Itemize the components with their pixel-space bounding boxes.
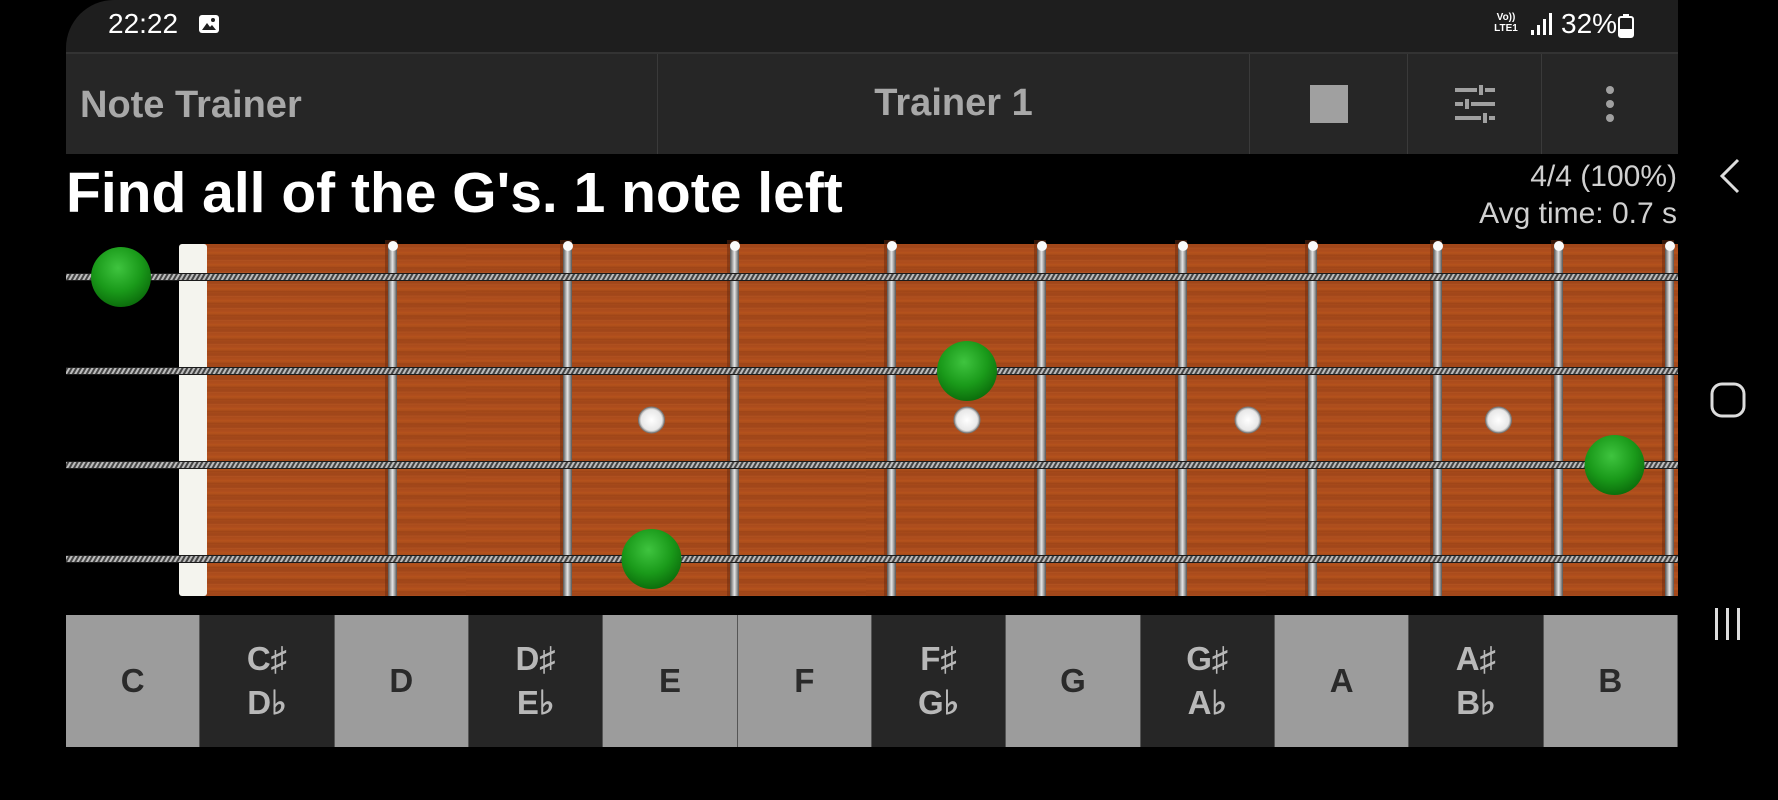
trainer-name: Trainer 1 (874, 82, 1033, 124)
fret-wire (1433, 244, 1442, 596)
back-icon[interactable] (1678, 156, 1778, 196)
fret-wire (1037, 244, 1046, 596)
inlay-dot (1485, 406, 1512, 434)
note-button[interactable]: C (66, 615, 201, 747)
fret-end (563, 241, 573, 251)
note-button[interactable]: D (334, 615, 469, 747)
found-note-marker (91, 247, 151, 307)
stop-icon (1310, 85, 1348, 123)
settings-button[interactable] (1408, 54, 1542, 154)
stats-panel: 4/4 (100%) Avg time: 0.7 s (1479, 158, 1677, 232)
fret-wire (388, 244, 397, 596)
fret-wire (563, 244, 572, 596)
note-button[interactable]: B (1543, 615, 1678, 747)
string (66, 368, 1678, 374)
note-alt-label: G♭ (918, 684, 960, 721)
fret-wire (1554, 244, 1563, 596)
fret-end (1308, 241, 1318, 251)
fret-end (730, 241, 740, 251)
found-note-marker (1584, 435, 1645, 495)
fret-wire (1178, 244, 1187, 596)
note-label: F♯ (920, 640, 957, 677)
note-label: C (120, 662, 145, 699)
found-note-marker (937, 341, 997, 401)
note-label: G (1060, 662, 1086, 699)
note-alt-label: A♭ (1187, 684, 1227, 721)
note-button[interactable]: C♯ D♭ (200, 615, 335, 747)
note-button[interactable]: D♯ E♭ (468, 615, 604, 747)
string (66, 274, 1678, 280)
string (66, 462, 1678, 468)
inlay-dot (1234, 406, 1262, 434)
fret-end (887, 241, 897, 251)
home-icon[interactable] (1678, 378, 1778, 422)
found-note-marker (621, 529, 682, 589)
note-button[interactable]: A (1274, 615, 1410, 747)
app-title-cell: Note Trainer (66, 54, 658, 154)
fret-end (1554, 241, 1564, 251)
status-bar: 22:22 Vo)) LTE1 32% (66, 0, 1678, 52)
note-button[interactable]: F♯ G♭ (871, 615, 1007, 747)
note-label: A (1329, 662, 1354, 699)
note-label: C♯ (246, 640, 288, 677)
note-label: A♯ (1455, 640, 1497, 677)
nut (179, 244, 207, 596)
string (66, 556, 1678, 562)
fretboard[interactable] (66, 240, 1678, 600)
battery-icon (1618, 14, 1634, 38)
fret-end (388, 241, 398, 251)
image-notification-icon (199, 15, 219, 33)
fret-wire (730, 244, 739, 596)
inlay-dot (638, 406, 665, 434)
note-alt-label: B♭ (1456, 684, 1496, 721)
note-label: B (1598, 662, 1623, 699)
overflow-menu-button[interactable] (1542, 54, 1678, 154)
note-button[interactable]: G♯ A♭ (1140, 615, 1275, 747)
inlay-dot (953, 406, 981, 434)
note-label: G♯ (1186, 640, 1229, 677)
fret-wire (1665, 244, 1674, 596)
app-bar: Note Trainer Trainer 1 (66, 52, 1678, 154)
fret-wire (1308, 244, 1317, 596)
app-title: Note Trainer (80, 84, 302, 126)
signal-icon (1531, 13, 1552, 35)
note-label: D♯ (515, 640, 556, 677)
note-label: D (389, 662, 414, 699)
fret-end (1178, 241, 1188, 251)
fret-end (1037, 241, 1047, 251)
fret-end (1433, 241, 1443, 251)
note-alt-label: D♭ (247, 684, 287, 721)
note-button[interactable]: F (737, 615, 872, 747)
note-button-row: C C♯ D♭ D D♯ E♭ E F F♯ G♭ G G♯ A♭ A A♯ B♭ B (66, 615, 1678, 747)
note-label: F (794, 662, 815, 699)
score-text: 4/4 (100%) (1530, 160, 1677, 193)
avg-time-text: Avg time: 0.7 s (1479, 197, 1677, 230)
fret-end (1665, 241, 1675, 251)
recents-icon[interactable] (1678, 604, 1778, 644)
status-time: 22:22 (108, 8, 179, 39)
prompt-text: Find all of the G's. 1 note left (66, 161, 843, 225)
trainer-selector[interactable]: Trainer 1 (658, 54, 1250, 154)
stop-button[interactable] (1250, 54, 1408, 154)
tune-icon (1455, 85, 1495, 123)
note-button[interactable]: E (603, 615, 738, 747)
more-vert-icon (1606, 86, 1614, 122)
note-label: E (658, 662, 681, 699)
note-alt-label: E♭ (516, 684, 555, 721)
battery-percent: 32% (1561, 8, 1618, 39)
network-type: Vo)) LTE1 (1494, 12, 1518, 34)
note-button[interactable]: A♯ B♭ (1409, 615, 1544, 747)
fretboard-wood (184, 244, 1678, 596)
note-button[interactable]: G (1006, 615, 1141, 747)
fret-wire (887, 244, 896, 596)
